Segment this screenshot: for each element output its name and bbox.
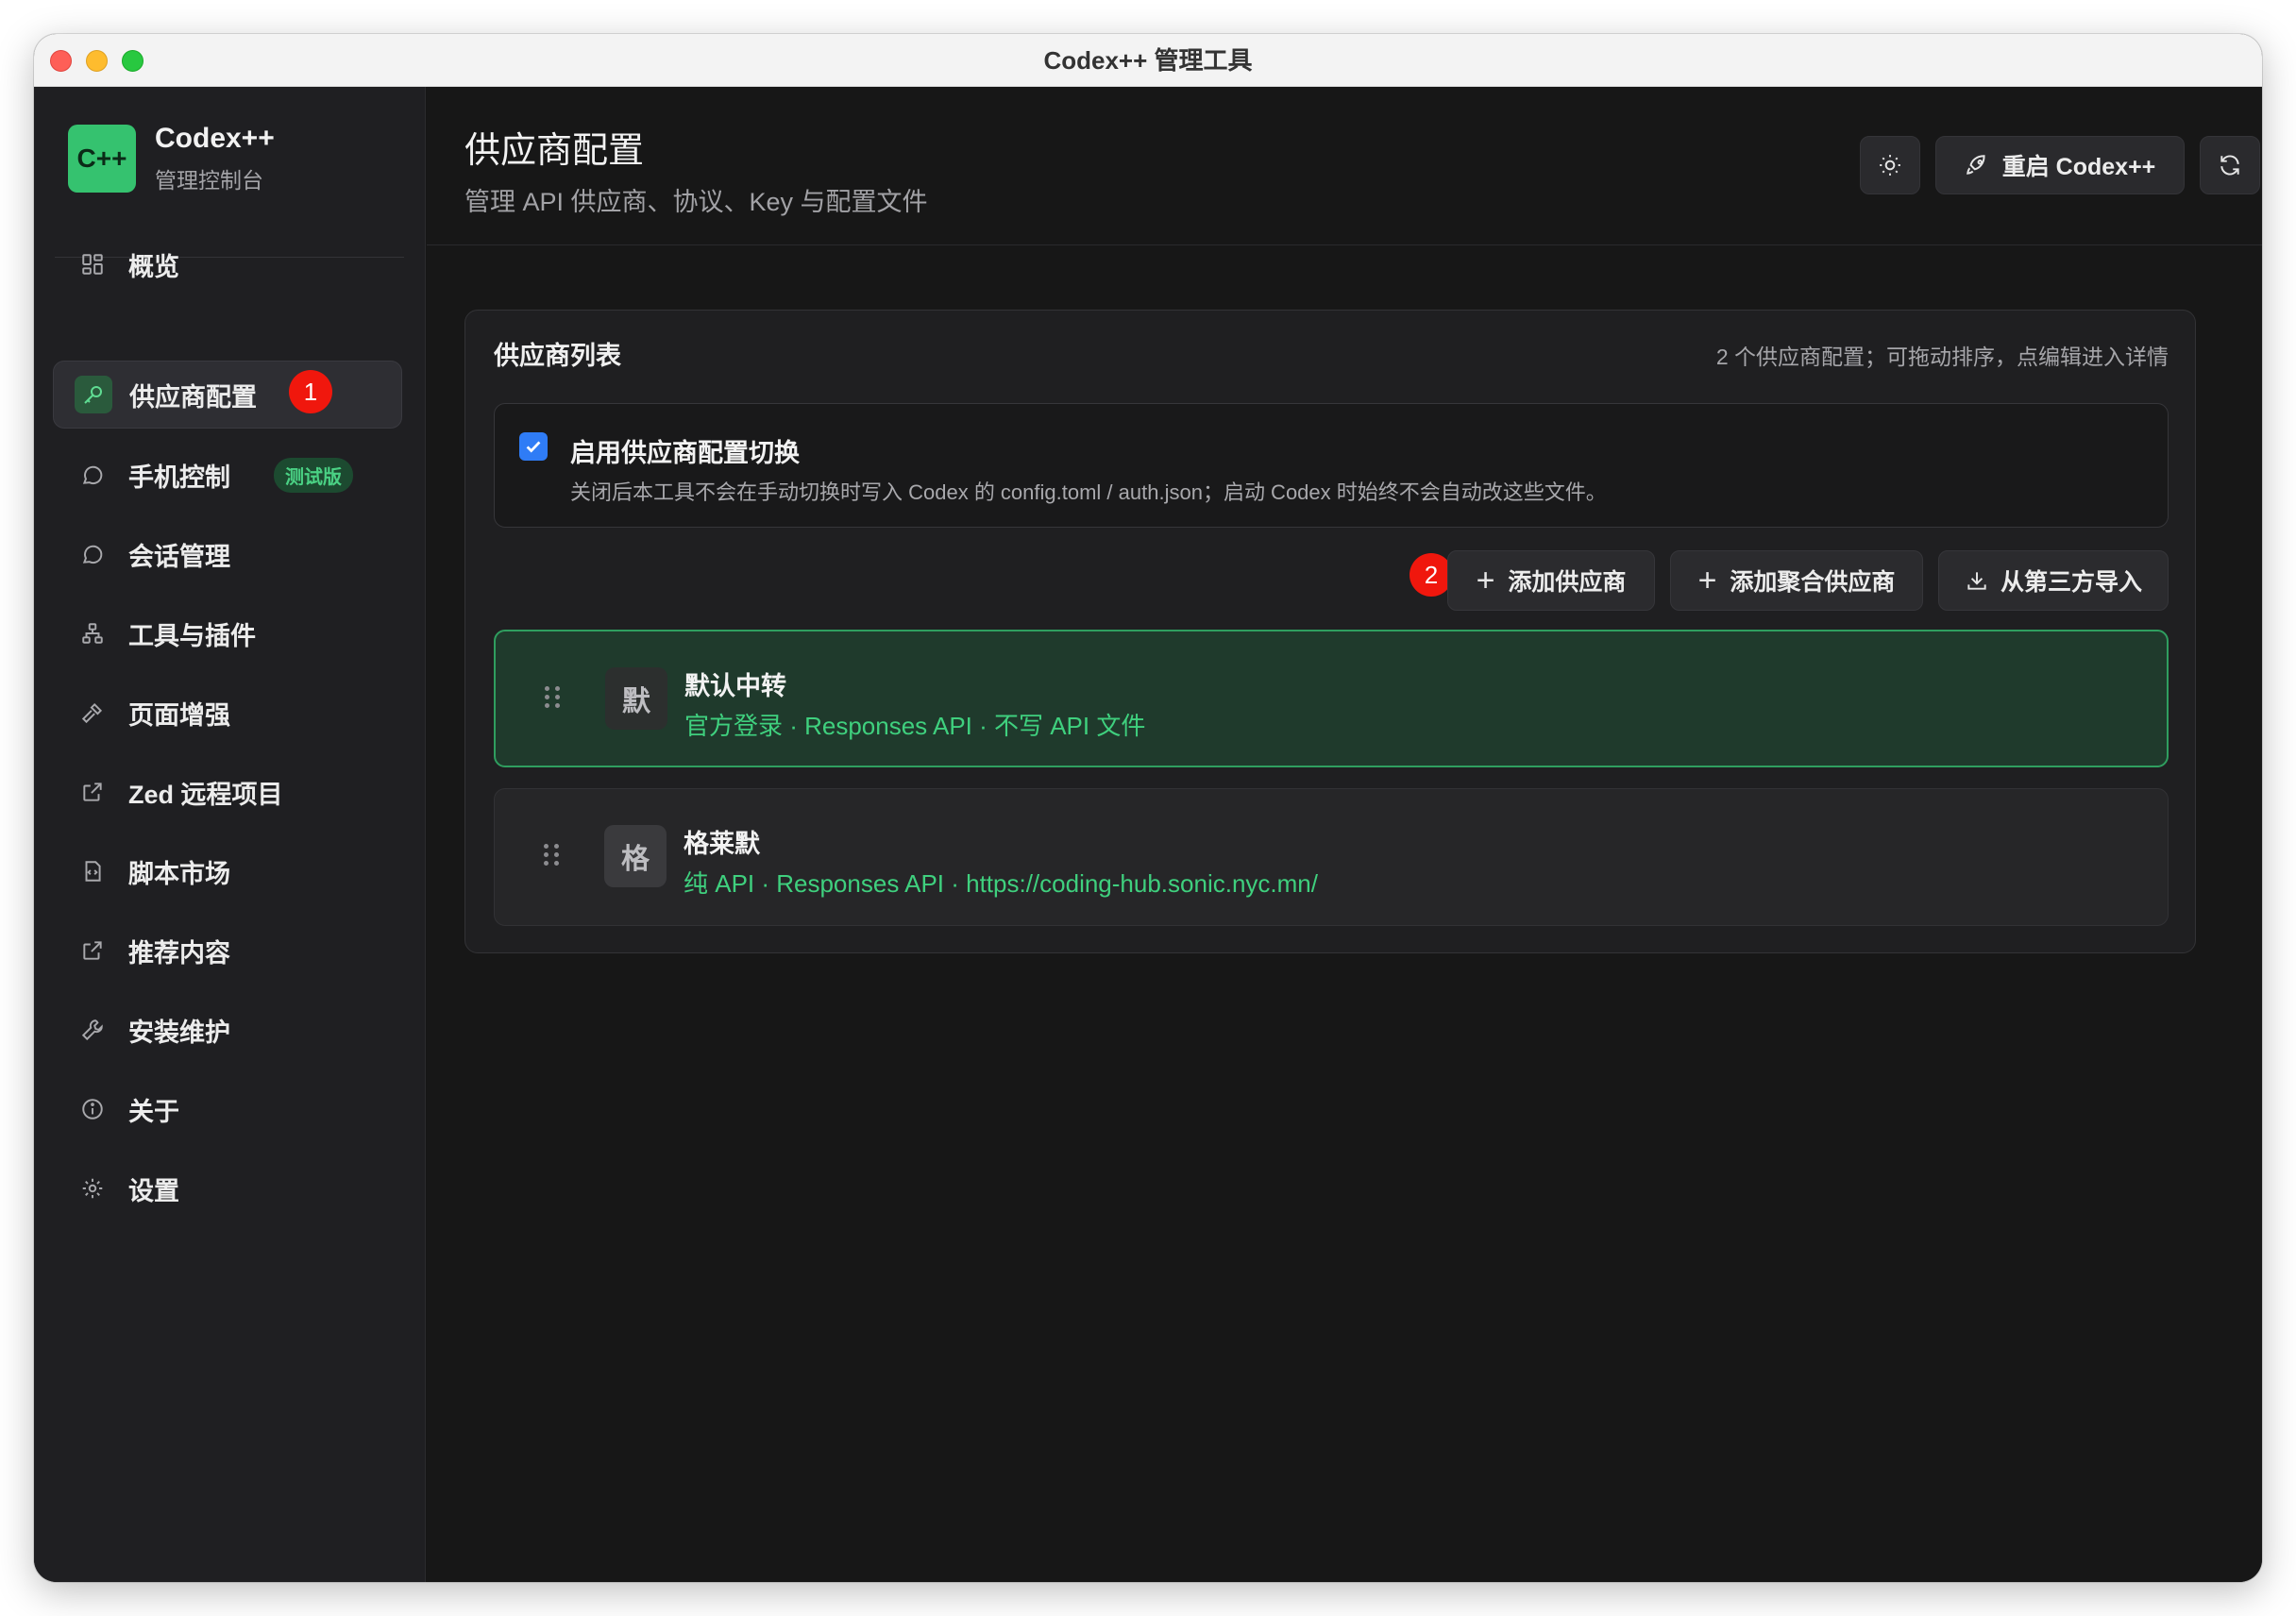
sidebar-item-label: 脚本市场 [128,859,230,888]
sidebar-item-script-market[interactable]: 脚本市场 [53,837,402,905]
sidebar-item-tools-plugins[interactable]: 工具与插件 [53,599,402,667]
provider-card[interactable]: 默 默认中转 官方登录 · Responses API · 不写 API 文件 [494,630,2169,767]
sidebar-item-label: 安装维护 [128,1018,230,1047]
drag-handle-icon[interactable] [545,686,561,708]
brand-name: Codex++ [155,123,275,154]
page-header: 供应商配置 管理 API 供应商、协议、Key 与配置文件 重启 Codex++ [427,87,2262,245]
sidebar-item-label: 手机控制 [128,463,230,492]
provider-name: 格莱默 [684,830,760,858]
plus-icon: + [1476,563,1495,598]
sidebar-item-label: 推荐内容 [128,938,230,968]
check-icon [526,441,541,453]
provider-list-panel: 供应商列表 2 个供应商配置；可拖动排序，点编辑进入详情 启用供应商配置切换 关… [464,310,2196,953]
sidebar-item-label: 概览 [128,252,179,281]
hammer-icon [79,699,106,726]
sidebar-item-phone-control[interactable]: 手机控制 测试版 [53,441,402,509]
sidebar-item-label: 工具与插件 [128,621,256,650]
sidebar-item-sessions[interactable]: 会话管理 [53,520,402,588]
info-icon [79,1096,106,1122]
beta-badge: 测试版 [274,457,353,493]
script-icon [79,858,106,884]
brand-logo: C++ [68,125,136,193]
gear-icon [79,1175,106,1202]
restart-codex-button[interactable]: 重启 Codex++ [1935,136,2185,194]
sidebar-item-settings[interactable]: 设置 [53,1154,402,1222]
add-aggregate-provider-button[interactable]: + 添加聚合供应商 [1670,550,1923,611]
step-marker-1: 1 [289,370,332,413]
panel-meta: 2 个供应商配置；可拖动排序，点编辑进入详情 [1715,345,2169,369]
app-window: Codex++ 管理工具 C++ Codex++ 管理控制台 概览 供应商配置 … [34,34,2262,1582]
network-icon [79,620,106,647]
add-aggregate-label: 添加聚合供应商 [1730,569,1896,596]
key-icon [75,376,112,413]
sidebar-item-providers[interactable]: 供应商配置 [53,361,402,429]
theme-toggle-button[interactable] [1860,136,1920,194]
refresh-button[interactable] [2200,136,2260,194]
toggle-description: 关闭后本工具不会在手动切换时写入 Codex 的 config.toml / a… [570,480,1607,504]
main-content: 供应商配置 管理 API 供应商、协议、Key 与配置文件 重启 Codex++ [427,87,2262,1582]
window-title: Codex++ 管理工具 [1043,46,1253,75]
sidebar-item-about[interactable]: 关于 [53,1075,402,1143]
wrench-icon [79,1017,106,1043]
chat-bubble-icon [79,541,106,567]
download-icon [1965,568,1989,593]
sidebar-item-overview[interactable]: 概览 [53,230,402,298]
add-provider-button[interactable]: + 添加供应商 [1447,550,1655,611]
provider-name: 默认中转 [684,672,786,700]
grid-icon [79,251,106,278]
sidebar-item-label: 页面增强 [128,700,230,730]
refresh-icon [2218,153,2242,177]
brand-subtitle: 管理控制台 [155,168,263,193]
sidebar-item-label: 关于 [128,1097,179,1126]
sun-icon [1878,153,1902,177]
add-provider-label: 添加供应商 [1508,569,1627,596]
toggle-title: 启用供应商配置切换 [570,439,800,467]
external-link-icon [79,937,106,964]
title-bar: Codex++ 管理工具 [34,34,2262,87]
sidebar-item-recommended[interactable]: 推荐内容 [53,917,402,985]
sidebar: C++ Codex++ 管理控制台 概览 供应商配置 1 手机控制 测试版 会话… [34,87,426,1582]
sidebar-item-install-maintain[interactable]: 安装维护 [53,996,402,1064]
import-third-party-button[interactable]: 从第三方导入 [1938,550,2169,611]
sidebar-item-page-enhance[interactable]: 页面增强 [53,679,402,747]
provider-avatar: 格 [604,825,667,887]
sidebar-item-label: 供应商配置 [129,382,257,412]
provider-card[interactable]: 格 格莱默 纯 API · Responses API · https://co… [494,788,2169,926]
chat-bubble-icon [79,462,106,488]
import-third-party-label: 从第三方导入 [2000,569,2142,596]
restart-codex-label: 重启 Codex++ [2001,154,2156,180]
sidebar-item-label: Zed 远程项目 [128,780,283,809]
plus-icon: + [1697,563,1717,598]
provider-avatar: 默 [605,667,667,730]
provider-detail: 官方登录 · Responses API · 不写 API 文件 [684,712,1146,740]
page-title: 供应商配置 [464,131,645,171]
rocket-icon [1965,153,1989,177]
provider-detail: 纯 API · Responses API · https://coding-h… [684,869,1318,898]
panel-title: 供应商列表 [494,342,621,370]
external-link-icon [79,779,106,805]
enable-provider-switch-checkbox[interactable] [519,432,548,461]
sidebar-item-label: 设置 [128,1176,179,1205]
sidebar-item-label: 会话管理 [128,542,230,571]
drag-handle-icon[interactable] [544,844,560,866]
page-subtitle: 管理 API 供应商、协议、Key 与配置文件 [464,188,928,216]
provider-switch-toggle-card: 启用供应商配置切换 关闭后本工具不会在手动切换时写入 Codex 的 confi… [494,403,2169,528]
sidebar-item-zed-remote[interactable]: Zed 远程项目 [53,758,402,826]
